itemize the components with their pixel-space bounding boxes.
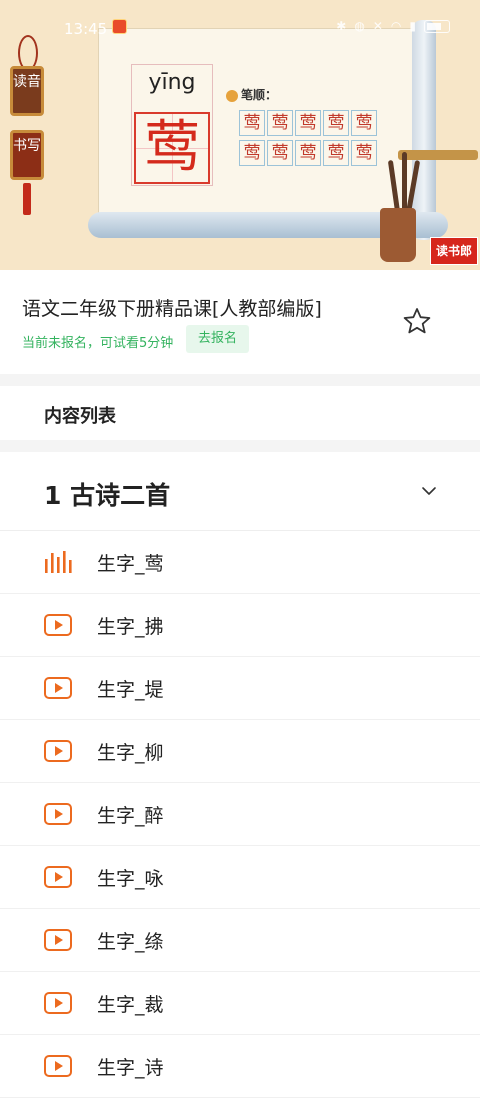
stroke-cell: 莺 xyxy=(295,139,321,166)
lesson-item[interactable]: 生字_莺 xyxy=(0,531,480,594)
lesson-list: 生字_莺 生字_拂 生字_堤 生字_柳 生字_醉 生字_咏 生字_绦 生字_裁 … xyxy=(0,531,480,1098)
content-list-header: 内容列表 xyxy=(0,386,480,440)
brand-logo: 读书郎 xyxy=(430,237,478,265)
lesson-label: 生字_咏 xyxy=(97,868,164,890)
stroke-cell: 莺 xyxy=(351,110,377,136)
lesson-item[interactable]: 生字_拂 xyxy=(0,594,480,657)
stroke-cell: 莺 xyxy=(239,110,265,136)
lesson-item[interactable]: 生字_堤 xyxy=(0,657,480,720)
lesson-item[interactable]: 生字_醉 xyxy=(0,783,480,846)
stroke-cell: 莺 xyxy=(323,110,349,136)
play-icon xyxy=(44,677,72,699)
stroke-order-label: 笔顺： xyxy=(226,86,277,103)
wifi-icon: ◠ xyxy=(390,19,402,33)
brush-rack xyxy=(398,150,478,160)
play-icon xyxy=(44,740,72,762)
battery-icon xyxy=(424,19,450,33)
lesson-label: 生字_醉 xyxy=(97,805,164,827)
app-notification-icon xyxy=(112,19,127,34)
stroke-cell: 莺 xyxy=(239,139,265,166)
lesson-item[interactable]: 生字_柳 xyxy=(0,720,480,783)
signal-icon: ▮ xyxy=(409,19,416,33)
content-list-title: 内容列表 xyxy=(44,406,116,427)
bluetooth-icon: ✱ xyxy=(336,19,347,33)
play-icon xyxy=(44,992,72,1014)
chapter-title: 1 古诗二首 xyxy=(44,481,171,510)
stroke-cell: 莺 xyxy=(351,139,377,166)
divider xyxy=(0,440,480,452)
brush-decoration xyxy=(402,152,407,212)
stroke-cell: 莺 xyxy=(267,139,293,166)
status-bar: 13:45 ✱ ◍ ✕ ◠ ▮ xyxy=(0,0,480,38)
lesson-label: 生字_裁 xyxy=(97,994,164,1016)
lesson-label: 生字_绦 xyxy=(97,931,164,953)
tassel-decoration xyxy=(23,183,31,215)
chevron-down-icon[interactable] xyxy=(420,482,438,500)
enroll-button[interactable]: 去报名 xyxy=(186,325,249,353)
lesson-item[interactable]: 生字_咏 xyxy=(0,846,480,909)
stroke-order-icon xyxy=(226,89,238,102)
dnd-icon: ✕ xyxy=(372,19,383,33)
plaque-write: 书写 xyxy=(10,130,44,180)
audio-playing-icon xyxy=(45,551,72,573)
scroll-roll-right xyxy=(412,20,436,240)
trial-notice: 当前未报名，可试看5分钟 xyxy=(22,336,174,351)
course-title: 语文二年级下册精品课[人教部编版] xyxy=(22,298,322,320)
play-icon xyxy=(44,866,72,888)
star-icon[interactable] xyxy=(402,306,432,336)
pinyin-text: yīng xyxy=(148,70,196,95)
status-time: 13:45 xyxy=(64,20,108,38)
lesson-item[interactable]: 生字_裁 xyxy=(0,972,480,1035)
divider xyxy=(0,374,480,386)
plaque-read: 读音 xyxy=(10,66,44,116)
video-player[interactable]: 读音 书写 yīng 莺 笔顺： 莺莺莺莺莺莺莺莺莺莺 读书郎 13:45 ✱ … xyxy=(0,0,480,270)
play-icon xyxy=(44,803,72,825)
play-icon xyxy=(44,1055,72,1077)
chapter-row[interactable]: 1 古诗二首 xyxy=(0,452,480,531)
lesson-label: 生字_莺 xyxy=(97,553,164,575)
lesson-item[interactable]: 生字_绦 xyxy=(0,909,480,972)
play-icon xyxy=(44,614,72,636)
lesson-label: 生字_柳 xyxy=(97,742,164,764)
lesson-label: 生字_堤 xyxy=(97,679,164,701)
lesson-label: 生字_拂 xyxy=(97,616,164,638)
brush-pot xyxy=(380,208,416,262)
course-info: 语文二年级下册精品课[人教部编版] 当前未报名，可试看5分钟 去报名 xyxy=(0,270,480,374)
featured-character: 莺 xyxy=(134,112,210,184)
stroke-cell: 莺 xyxy=(323,139,349,166)
mute-icon: ◍ xyxy=(354,19,365,33)
play-icon xyxy=(44,929,72,951)
stroke-cell: 莺 xyxy=(295,110,321,136)
stroke-order-grid: 莺莺莺莺莺莺莺莺莺莺 xyxy=(239,110,379,166)
stroke-cell: 莺 xyxy=(267,110,293,136)
